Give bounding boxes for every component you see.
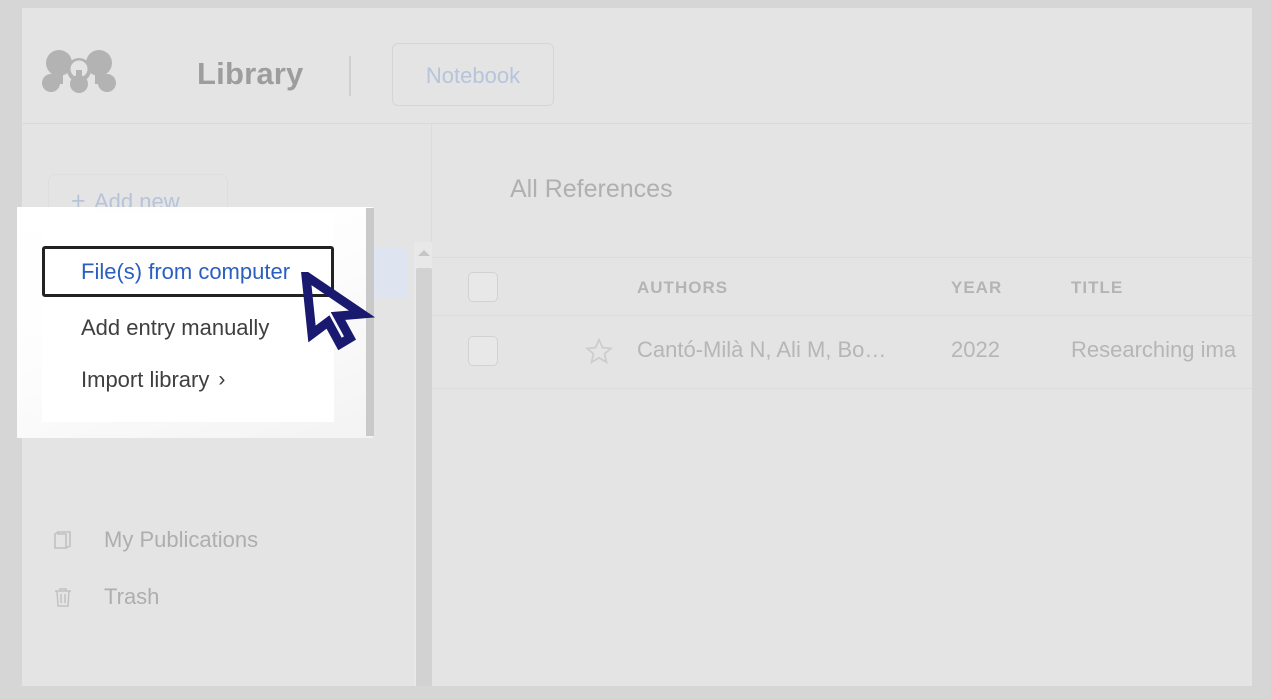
sidebar-scrollbar-thumb[interactable]	[416, 268, 432, 686]
cell-authors: Cantó-Milà N, Ali M, Bo…	[637, 337, 887, 362]
table-row[interactable]: Cantó-Milà N, Ali M, Bo… 2022 Researchin…	[432, 314, 1252, 389]
sidebar-scrollbar[interactable]	[414, 242, 434, 686]
sidebar-item-label: Trash	[104, 584, 160, 609]
add-new-dropdown-menu: File(s) from computer Add entry manually…	[42, 213, 334, 422]
sidebar-item-label: My Publications	[104, 527, 259, 552]
app-header: Library Notebook	[22, 8, 1252, 124]
sidebar-item-my-publications[interactable]: My Publications	[48, 518, 408, 562]
star-outline-icon[interactable]	[584, 336, 614, 366]
main-panel: All References AUTHORS YEAR TITLE Cantó-…	[432, 124, 1252, 686]
publications-icon	[48, 526, 78, 554]
menu-item-label: File(s) from computer	[81, 258, 291, 284]
menu-item-files-from-computer[interactable]: File(s) from computer	[42, 246, 334, 297]
mendeley-logo-icon	[42, 50, 116, 94]
menu-item-import-library[interactable]: Import library ›	[42, 357, 334, 402]
chevron-right-icon: ›	[218, 367, 226, 391]
menu-item-add-entry-manually[interactable]: Add entry manually	[42, 305, 334, 350]
cell-year: 2022	[951, 337, 1000, 362]
row-checkbox[interactable]	[468, 336, 498, 366]
screenshot-root: Library Notebook + Add new My Publicatio…	[0, 0, 1271, 699]
sidebar-item-trash[interactable]: Trash	[48, 575, 408, 619]
trash-icon	[48, 583, 78, 611]
menu-overlay-scrollbar[interactable]	[366, 208, 374, 436]
column-header-authors[interactable]: AUTHORS	[637, 278, 728, 298]
page-title: Library	[197, 56, 304, 91]
header-divider	[349, 56, 351, 96]
select-all-checkbox[interactable]	[468, 272, 498, 302]
all-references-title: All References	[510, 175, 673, 203]
chevron-up-icon[interactable]	[418, 250, 430, 256]
notebook-button[interactable]: Notebook	[392, 43, 554, 106]
column-header-title[interactable]: TITLE	[1071, 278, 1123, 298]
table-header-row: AUTHORS YEAR TITLE	[432, 257, 1252, 316]
menu-item-label: Import library	[81, 366, 210, 392]
column-header-year[interactable]: YEAR	[951, 278, 1002, 298]
cell-title: Researching ima	[1071, 337, 1237, 362]
menu-item-label: Add entry manually	[81, 314, 270, 340]
